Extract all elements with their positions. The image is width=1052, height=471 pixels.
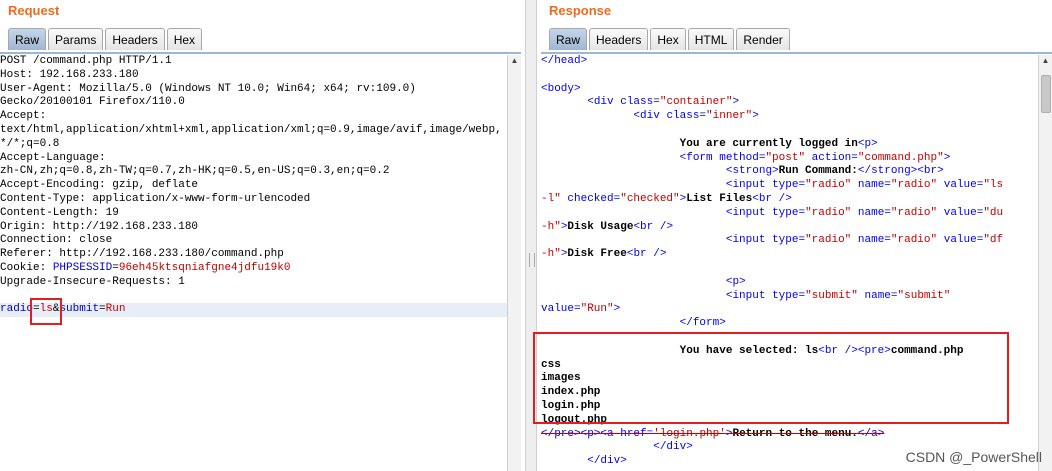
scroll-up-icon[interactable]: ▲ [1039,55,1052,67]
request-line: User-Agent: Mozilla/5.0 (Windows NT 10.0… [0,82,416,95]
request-line: text/html,application/xhtml+xml,applicat… [0,123,502,136]
request-line: Referer: http://192.168.233.180/command.… [0,248,284,261]
highlight-box-ls-param [30,298,62,325]
response-tab-raw[interactable]: Raw [549,28,588,50]
response-line: <input type="radio" name="radio" value="… [725,234,1004,247]
request-line: Connection: close [0,234,113,247]
request-pane: Request Raw Params Headers Hex POST /com… [0,0,521,471]
request-tab-underline [0,52,521,54]
splitter-grip-icon[interactable] [529,253,535,267]
cookie-line: Cookie: PHPSESSID=96eh45ktsqniafgne4jdfu… [0,262,507,276]
param-value-run: Run [105,303,126,316]
request-line: Content-Type: application/x-www-form-url… [0,192,311,205]
request-tab-bar: Raw Params Headers Hex [8,28,204,52]
request-line: Content-Length: 19 [0,206,119,219]
response-line: <div class="inner"> [633,110,759,123]
response-line: -l" checked="checked">List Files<br /> [541,192,792,205]
response-tab-html[interactable]: HTML [687,28,735,50]
response-line: -h">Disk Usage<br /> [541,220,674,233]
request-editor[interactable]: POST /command.php HTTP/1.1 Host: 192.168… [0,55,507,471]
cookie-label: Cookie: [0,261,53,274]
response-tab-render[interactable]: Render [736,28,790,50]
response-line: <p> [725,275,746,288]
highlight-box-command-output [533,332,1009,424]
response-tab-headers[interactable]: Headers [589,28,649,50]
scroll-thumb[interactable] [1041,75,1051,113]
request-line: */*;q=0.8 [0,137,60,150]
request-line: Host: 192.168.233.180 [0,68,139,81]
response-tab-underline [541,52,1052,54]
response-line: </pre><p><a href='login.php'>Return to t… [541,427,885,440]
response-line: You are currently logged in<p> [679,137,878,150]
request-tab-headers[interactable]: Headers [105,28,165,50]
response-line: <input type="radio" name="radio" value="… [725,179,1004,192]
response-line: -h">Disk Free<br /> [541,248,667,261]
response-line: <body> [541,82,581,95]
request-title: Request [8,3,60,18]
response-tab-hex[interactable]: Hex [650,28,686,50]
request-scrollbar[interactable]: ▲ [507,55,521,471]
cookie-name: PHPSESSID [52,261,113,274]
response-line: </head> [541,55,588,67]
response-line: <strong>Run Command:</strong><br> [725,165,944,178]
scroll-up-icon[interactable]: ▲ [508,55,521,67]
param-eq: = [99,303,106,316]
response-line: </form> [679,317,726,330]
response-line: <input type="radio" name="radio" value="… [725,206,1004,219]
response-line: value="Run"> [541,303,621,316]
request-line: Upgrade-Insecure-Requests: 1 [0,275,185,288]
request-line: Accept-Language: [0,151,106,164]
param-name-submit: submit [59,303,100,316]
response-scrollbar[interactable]: ▲ [1038,55,1052,471]
response-pane: Response Raw Headers Hex HTML Render </h… [533,0,1052,471]
param-name-radio: radio [0,303,34,316]
request-line: Origin: http://192.168.233.180 [0,220,199,233]
request-tab-params[interactable]: Params [48,28,104,50]
request-body-line: radio=ls&submit=Run [0,303,507,318]
response-tab-bar: Raw Headers Hex HTML Render [549,28,792,52]
request-line: POST /command.php HTTP/1.1 [0,55,172,67]
response-line: <input type="submit" name="submit" [725,289,951,302]
cookie-eq: = [112,261,119,274]
response-line: <div class="container"> [587,96,740,109]
request-tab-hex[interactable]: Hex [166,28,203,50]
response-line: <form method="post" action="command.php"… [679,151,951,164]
request-line: Gecko/20100101 Firefox/110.0 [0,96,185,109]
request-line: Accept-Encoding: gzip, deflate [0,179,199,192]
request-tab-raw[interactable]: Raw [8,28,47,50]
cookie-value: 96eh45ktsqniafgne4jdfu19k0 [118,261,291,274]
request-line: zh-CN,zh;q=0.8,zh-TW;q=0.7,zh-HK;q=0.5,e… [0,165,390,178]
watermark: CSDN @_PowerShell [905,449,1042,465]
request-line: Accept: [0,110,47,123]
response-title: Response [549,3,612,18]
